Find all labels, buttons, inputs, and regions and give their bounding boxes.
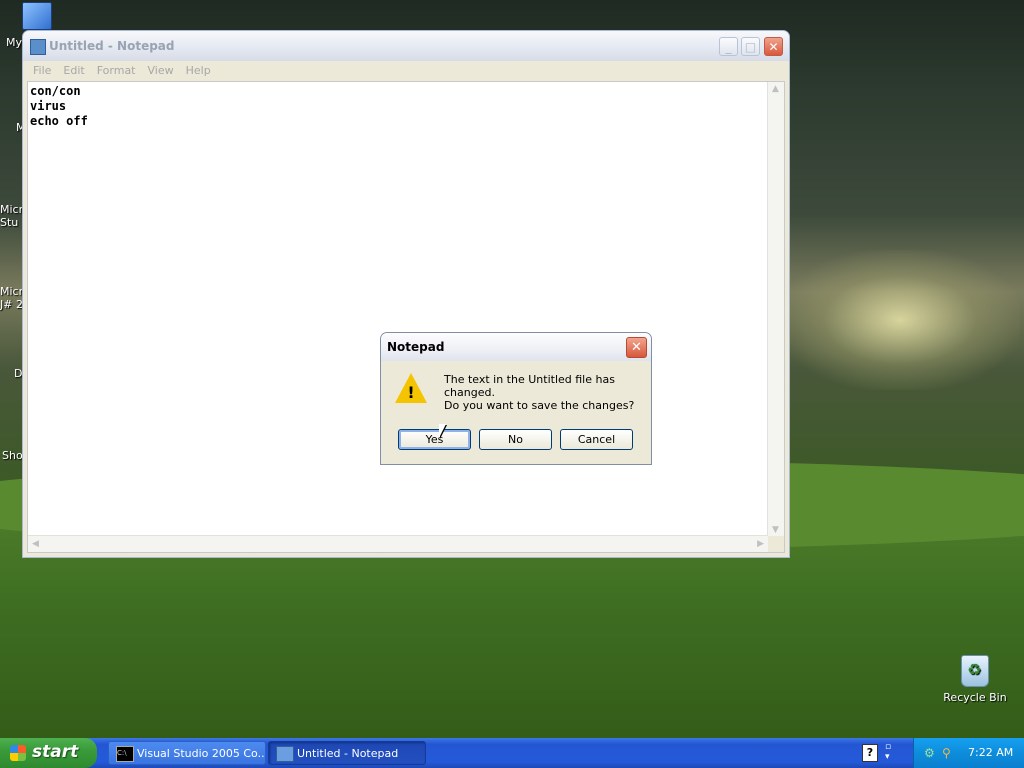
taskbar-item-label: Visual Studio 2005 Co... — [137, 747, 266, 760]
minimize-button[interactable]: _ — [719, 37, 738, 56]
notepad-icon — [30, 39, 46, 55]
notepad-window: Untitled - Notepad _ □ ✕ File Edit Format V… — [22, 30, 790, 558]
resize-grip-icon[interactable] — [768, 536, 784, 552]
no-button[interactable]: No — [479, 429, 552, 450]
taskbar-item-notepad[interactable]: Untitled - Notepad — [268, 741, 426, 765]
menu-edit[interactable]: Edit — [57, 61, 90, 80]
dialog-question: Do you want to save the changes? — [444, 399, 635, 412]
scroll-right-icon[interactable]: ▶ — [757, 539, 764, 549]
close-button[interactable]: ✕ — [764, 37, 783, 56]
search-icon[interactable]: ⚲ — [942, 746, 956, 760]
notepad-menubar: File Edit Format View Help — [23, 61, 789, 81]
mouse-cursor-icon — [439, 424, 446, 438]
yes-button[interactable]: Yes — [398, 429, 471, 450]
notepad-text-area[interactable]: con/con virus echo off ▲ ▼ ◀ ▶ — [27, 81, 785, 553]
dialog-title: Notepad — [387, 340, 445, 354]
taskbar-item-visual-studio[interactable]: C:\ Visual Studio 2005 Co... — [108, 741, 266, 765]
recycle-bin-desktop-icon[interactable]: Recycle Bin — [940, 655, 1010, 704]
scroll-up-icon[interactable]: ▲ — [772, 84, 779, 94]
desktop-icon-label[interactable]: Micr J# 2 — [0, 285, 23, 311]
scroll-down-icon[interactable]: ▼ — [772, 525, 779, 535]
taskbar-item-label: Untitled - Notepad — [297, 747, 399, 760]
computer-icon — [22, 2, 52, 30]
vertical-scrollbar[interactable]: ▲ ▼ — [767, 82, 784, 537]
recycle-bin-icon — [961, 655, 989, 687]
menu-format[interactable]: Format — [91, 61, 142, 80]
clock[interactable]: 7:22 AM — [968, 746, 1013, 759]
windows-logo-icon — [10, 745, 26, 761]
scroll-left-icon[interactable]: ◀ — [32, 539, 39, 549]
notepad-icon — [276, 746, 294, 762]
menu-help[interactable]: Help — [180, 61, 217, 80]
language-bar-arrows-icon[interactable]: ▫ ▾ — [885, 742, 891, 762]
save-changes-dialog: Notepad ✕ ! The text in the Untitled fil… — [380, 332, 652, 465]
desktop-icon-label[interactable]: Sho — [2, 449, 23, 462]
menu-view[interactable]: View — [142, 61, 180, 80]
recycle-bin-label: Recycle Bin — [943, 691, 1007, 704]
help-icon[interactable]: ? — [862, 744, 878, 762]
notepad-content[interactable]: con/con virus echo off — [30, 84, 88, 129]
notepad-title: Untitled - Notepad — [49, 39, 175, 53]
dialog-titlebar[interactable]: Notepad ✕ — [381, 333, 651, 361]
network-icon[interactable]: ⚙ — [924, 746, 938, 760]
menu-file[interactable]: File — [27, 61, 57, 80]
cancel-button[interactable]: Cancel — [560, 429, 633, 450]
command-prompt-icon: C:\ — [116, 746, 134, 762]
dialog-close-button[interactable]: ✕ — [626, 337, 647, 358]
start-label: start — [32, 742, 79, 762]
notepad-titlebar[interactable]: Untitled - Notepad _ □ ✕ — [23, 31, 789, 61]
start-button[interactable]: start — [0, 738, 97, 768]
maximize-button[interactable]: □ — [741, 37, 760, 56]
desktop-wallpaper-glow — [780, 250, 1020, 390]
desktop-icon-label[interactable]: Micr Stu — [0, 203, 23, 229]
dialog-message: The text in the Untitled file has change… — [444, 373, 615, 399]
system-tray: ⚙ ⚲ 7:22 AM — [913, 738, 1024, 768]
warning-exclamation-icon: ! — [407, 383, 415, 402]
taskbar: start C:\ Visual Studio 2005 Co... Untit… — [0, 738, 1024, 768]
horizontal-scrollbar[interactable]: ◀ ▶ — [28, 535, 768, 552]
